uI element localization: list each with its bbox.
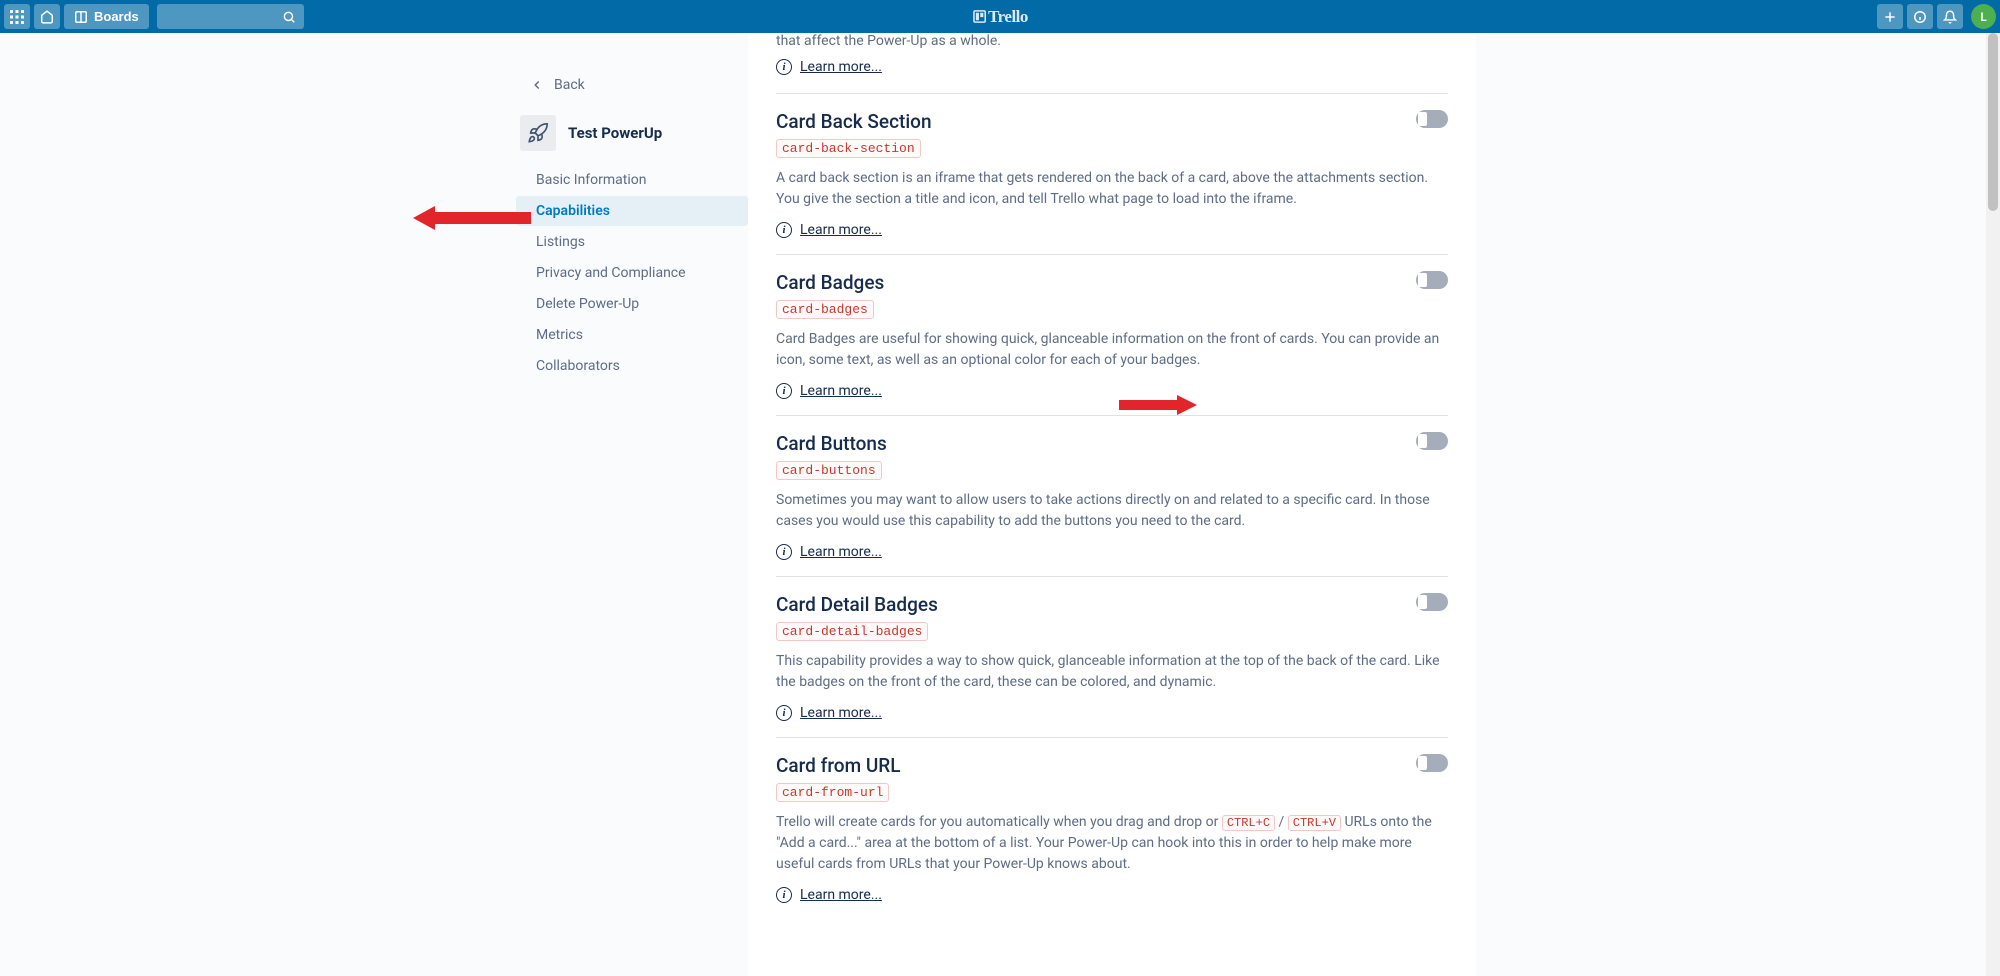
boards-button[interactable]: Boards <box>64 4 149 29</box>
capability-card-from-url: Card from URL card-from-url Trello will cr… <box>776 738 1448 919</box>
brand-logo[interactable]: Trello <box>972 7 1028 27</box>
capability-code: card-back-section <box>776 139 921 158</box>
scrollbar-thumb[interactable] <box>1988 33 1998 211</box>
capability-title: Card Badges <box>776 271 884 294</box>
capability-description: Card Badges are useful for showing quick… <box>776 329 1448 371</box>
capability-description: Trello will create cards for you automat… <box>776 812 1448 875</box>
learn-more-link[interactable]: Learn more... <box>800 222 882 238</box>
boards-label: Boards <box>94 9 139 24</box>
learn-more-link[interactable]: Learn more... <box>800 59 882 75</box>
learn-more-row: i Learn more... <box>776 383 1448 399</box>
bell-icon <box>1943 10 1957 24</box>
powerup-title: Test PowerUp <box>568 124 662 142</box>
board-icon <box>74 10 88 24</box>
capability-card-badges: Card Badges card-badges Card Badges are us… <box>776 255 1448 416</box>
capability-card-detail-badges: Card Detail Badges card-detail-badges This… <box>776 577 1448 738</box>
capability-code: card-from-url <box>776 783 889 802</box>
sidebar-item-metrics[interactable]: Metrics <box>516 320 748 350</box>
sidebar: Back Test PowerUp Basic InformationCapab… <box>516 33 748 976</box>
sidebar-item-privacy-and-compliance[interactable]: Privacy and Compliance <box>516 258 748 288</box>
home-button[interactable] <box>34 4 60 29</box>
scrollbar[interactable] <box>1986 33 2000 976</box>
truncated-text: that affect the Power-Up as a whole. <box>776 33 1448 49</box>
info-icon <box>1913 10 1927 24</box>
learn-more-link[interactable]: Learn more... <box>800 705 882 721</box>
sidebar-item-capabilities[interactable]: Capabilities <box>516 196 748 226</box>
capability-toggle[interactable] <box>1416 271 1448 289</box>
sidebar-item-delete-power-up[interactable]: Delete Power-Up <box>516 289 748 319</box>
learn-more-row: i Learn more... <box>776 222 1448 238</box>
info-circle-icon: i <box>776 59 792 75</box>
info-circle-icon: i <box>776 887 792 903</box>
capability-title: Card Back Section <box>776 110 932 133</box>
learn-more-link[interactable]: Learn more... <box>800 383 882 399</box>
search-icon <box>282 10 296 24</box>
kbd-shortcut: CTRL+C <box>1222 815 1275 831</box>
create-button[interactable] <box>1877 4 1903 29</box>
learn-more-row: i Learn more... <box>776 59 1448 94</box>
capability-card-buttons: Card Buttons card-buttons Sometimes you ma… <box>776 416 1448 577</box>
learn-more-row: i Learn more... <box>776 887 1448 903</box>
notifications-button[interactable] <box>1937 4 1963 29</box>
powerup-icon-box <box>520 115 556 151</box>
capability-card-back-section: Card Back Section card-back-section A card… <box>776 94 1448 255</box>
sidebar-item-listings[interactable]: Listings <box>516 227 748 257</box>
capability-code: card-buttons <box>776 461 882 480</box>
capability-toggle[interactable] <box>1416 110 1448 128</box>
search-input[interactable] <box>157 4 304 29</box>
plus-icon <box>1883 10 1897 24</box>
learn-more-row: i Learn more... <box>776 705 1448 721</box>
capability-code: card-badges <box>776 300 874 319</box>
info-circle-icon: i <box>776 222 792 238</box>
capability-title: Card Detail Badges <box>776 593 938 616</box>
kbd-shortcut: CTRL+V <box>1288 815 1341 831</box>
powerup-header: Test PowerUp <box>516 111 748 165</box>
learn-more-link[interactable]: Learn more... <box>800 544 882 560</box>
info-circle-icon: i <box>776 705 792 721</box>
capability-toggle[interactable] <box>1416 754 1448 772</box>
learn-more-row: i Learn more... <box>776 544 1448 560</box>
chevron-left-icon <box>530 78 544 92</box>
rocket-icon <box>527 122 549 144</box>
capability-toggle[interactable] <box>1416 432 1448 450</box>
user-avatar[interactable]: L <box>1971 4 1996 29</box>
apps-grid-icon <box>10 10 24 24</box>
capability-title: Card from URL <box>776 754 901 777</box>
app-header: Boards Trello L <box>0 0 2000 33</box>
sidebar-item-basic-information[interactable]: Basic Information <box>516 165 748 195</box>
info-circle-icon: i <box>776 544 792 560</box>
info-button[interactable] <box>1907 4 1933 29</box>
sidebar-item-collaborators[interactable]: Collaborators <box>516 351 748 381</box>
main-content: that affect the Power-Up as a whole. i L… <box>748 33 1476 976</box>
capability-description: This capability provides a way to show q… <box>776 651 1448 693</box>
apps-button[interactable] <box>4 4 30 29</box>
info-circle-icon: i <box>776 383 792 399</box>
capability-toggle[interactable] <box>1416 593 1448 611</box>
capability-description: A card back section is an iframe that ge… <box>776 168 1448 210</box>
capability-code: card-detail-badges <box>776 622 928 641</box>
home-icon <box>40 10 54 24</box>
learn-more-link[interactable]: Learn more... <box>800 887 882 903</box>
capability-description: Sometimes you may want to allow users to… <box>776 490 1448 532</box>
capability-title: Card Buttons <box>776 432 887 455</box>
trello-logo-icon <box>972 9 987 24</box>
back-link[interactable]: Back <box>516 71 748 99</box>
